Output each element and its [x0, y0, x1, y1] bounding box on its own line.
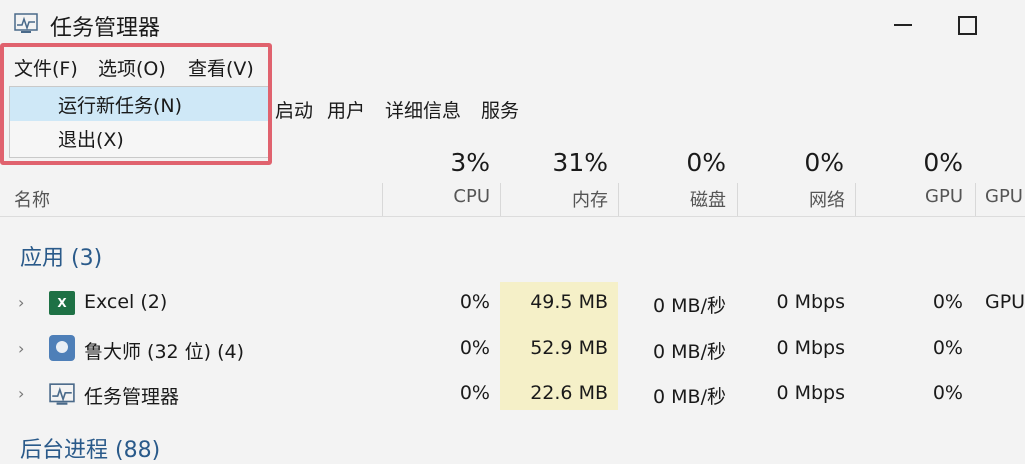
minimize-button[interactable]	[888, 9, 922, 39]
tab-users[interactable]: 用户	[327, 96, 365, 123]
process-memory: 52.9 MB	[530, 337, 608, 359]
process-memory: 22.6 MB	[530, 382, 608, 404]
process-disk: 0 MB/秒	[653, 341, 726, 363]
process-name[interactable]: Excel (2)	[84, 291, 167, 313]
network-total-pct: 0%	[804, 148, 844, 177]
column-divider[interactable]	[975, 183, 976, 216]
column-divider[interactable]	[737, 183, 738, 216]
menu-item-label: 退出(X)	[58, 129, 124, 151]
process-name[interactable]: 鲁大师 (32 位) (4)	[84, 337, 244, 364]
maximize-button[interactable]	[952, 9, 982, 39]
column-header-cpu[interactable]: CPU	[400, 186, 490, 207]
menu-item-exit[interactable]: 退出(X)	[10, 123, 268, 157]
menu-item-run-new-task[interactable]: 运行新任务(N)	[10, 87, 268, 121]
process-gpu: 0%	[932, 291, 963, 313]
chevron-right-icon[interactable]: ›	[18, 339, 24, 358]
disk-total-pct: 0%	[686, 148, 726, 177]
excel-icon: X	[49, 291, 75, 315]
menu-item-label: 运行新任务(N)	[58, 95, 183, 117]
column-header-network[interactable]: 网络	[755, 186, 845, 212]
process-disk: 0 MB/秒	[653, 295, 726, 317]
column-divider[interactable]	[855, 183, 856, 216]
header-divider	[0, 216, 1025, 217]
task-manager-icon	[14, 13, 38, 33]
column-header-gpu[interactable]: GPU	[873, 186, 963, 207]
column-header-gpu-engine[interactable]: GPU	[985, 186, 1023, 207]
process-network: 0 Mbps	[776, 291, 845, 313]
chevron-right-icon[interactable]: ›	[18, 384, 24, 403]
process-gpu-engine: GPU	[985, 291, 1025, 313]
column-header-disk[interactable]: 磁盘	[636, 186, 726, 212]
process-network: 0 Mbps	[776, 382, 845, 404]
gpu-total-pct: 0%	[923, 148, 963, 177]
column-header-name[interactable]: 名称	[14, 186, 50, 212]
process-cpu: 0%	[459, 382, 490, 404]
menu-view[interactable]: 查看(V)	[188, 54, 254, 81]
tab-startup[interactable]: 启动	[275, 96, 313, 123]
window-title: 任务管理器	[50, 16, 161, 41]
process-memory: 49.5 MB	[530, 291, 608, 313]
chevron-right-icon[interactable]: ›	[18, 293, 24, 312]
column-divider[interactable]	[500, 183, 501, 216]
file-dropdown-menu: 运行新任务(N) 退出(X)	[9, 86, 269, 158]
tab-details[interactable]: 详细信息	[385, 96, 461, 123]
ludashi-icon	[49, 335, 75, 361]
cpu-total-pct: 3%	[450, 148, 490, 177]
group-header-background: 后台进程 (88)	[20, 438, 161, 463]
process-network: 0 Mbps	[776, 337, 845, 359]
memory-total-pct: 31%	[552, 148, 608, 177]
column-divider[interactable]	[618, 183, 619, 216]
process-gpu: 0%	[932, 337, 963, 359]
menu-file[interactable]: 文件(F)	[14, 54, 78, 81]
column-divider[interactable]	[382, 183, 383, 216]
process-cpu: 0%	[459, 337, 490, 359]
column-header-memory[interactable]: 内存	[518, 186, 608, 212]
process-disk: 0 MB/秒	[653, 386, 726, 408]
menu-options[interactable]: 选项(O)	[98, 54, 166, 81]
process-gpu: 0%	[932, 382, 963, 404]
task-manager-icon	[49, 383, 75, 405]
tab-services[interactable]: 服务	[481, 96, 519, 123]
process-cpu: 0%	[459, 291, 490, 313]
group-header-apps: 应用 (3)	[20, 246, 103, 271]
process-name[interactable]: 任务管理器	[84, 382, 179, 409]
